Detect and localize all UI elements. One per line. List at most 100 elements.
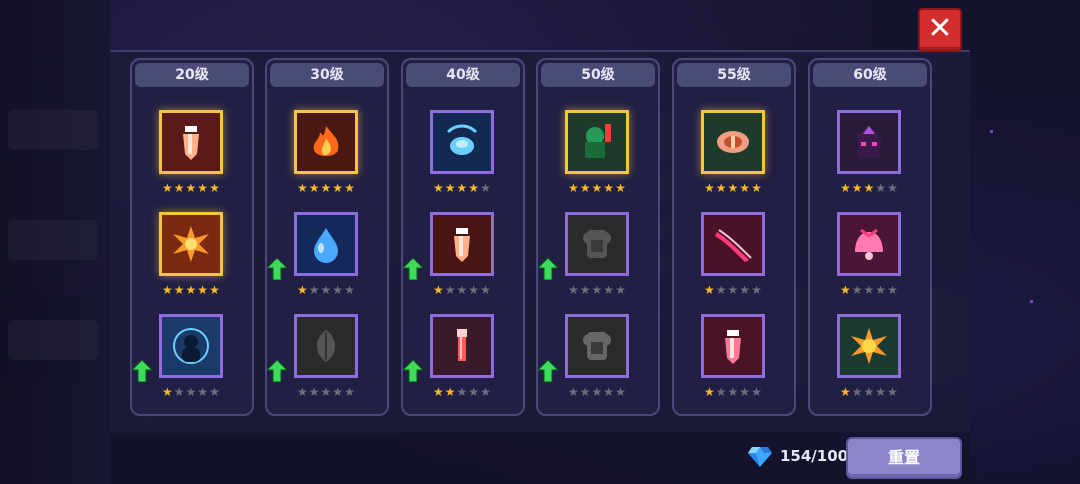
talent-frame[interactable] xyxy=(701,314,765,378)
star-icon: ★ xyxy=(568,385,579,399)
talent-frame[interactable] xyxy=(294,110,358,174)
reset-button[interactable]: 重置 xyxy=(846,437,962,479)
star-rating: ★ ★ ★ ★ ★ xyxy=(704,284,768,296)
star-icon: ★ xyxy=(851,385,863,399)
talent-frame[interactable] xyxy=(565,110,629,174)
star-icon: ★ xyxy=(751,283,762,297)
star-rating: ★ ★ ★ ★ ★ xyxy=(840,284,904,296)
star-icon: ★ xyxy=(444,385,456,399)
star-icon: ★ xyxy=(209,385,220,399)
star-icon: ★ xyxy=(468,385,480,399)
star-rating: ★ ★ ★ ★ ★ xyxy=(568,284,632,296)
level-column: 55级 ★ ★ ★ ★ ★ ★ ★ ★ ★ ★ ★ ★ ★ ★ ★ xyxy=(672,58,796,416)
star-icon: ★ xyxy=(704,181,715,195)
talent-slot[interactable]: ★ ★ ★ ★ ★ xyxy=(538,110,662,210)
talent-frame[interactable] xyxy=(159,212,223,276)
shadow-demon-icon xyxy=(857,126,881,158)
upgrade-arrow-icon xyxy=(403,360,423,382)
level-header: 20级 xyxy=(135,63,249,87)
talent-slot[interactable]: ★ ★ ★ ★ ★ xyxy=(267,212,391,312)
star-icon: ★ xyxy=(468,283,480,297)
star-icon: ★ xyxy=(320,385,332,399)
star-rating: ★ ★ ★ ★ ★ xyxy=(433,386,497,398)
talent-slot[interactable]: ★ ★ ★ ★ ★ xyxy=(810,314,934,414)
water-drop-icon xyxy=(314,228,338,263)
star-rating: ★ ★ ★ ★ ★ xyxy=(568,182,632,194)
star-icon: ★ xyxy=(320,181,332,195)
faded-item xyxy=(8,320,98,360)
talent-frame[interactable] xyxy=(430,314,494,378)
talent-frame[interactable] xyxy=(430,212,494,276)
talent-frame[interactable] xyxy=(159,314,223,378)
star-icon: ★ xyxy=(840,385,851,399)
explosion-icon xyxy=(173,226,209,262)
star-icon: ★ xyxy=(863,283,875,297)
talent-frame[interactable] xyxy=(294,314,358,378)
talent-frame[interactable] xyxy=(701,110,765,174)
level-column: 40级 ★ ★ ★ ★ ★ ★ ★ ★ ★ ★ ★ ★ ★ ★ ★ xyxy=(401,58,525,416)
star-icon: ★ xyxy=(715,283,727,297)
star-icon: ★ xyxy=(344,181,355,195)
talent-frame[interactable] xyxy=(159,110,223,174)
talent-slot[interactable]: ★ ★ ★ ★ ★ xyxy=(538,314,662,414)
talent-frame[interactable] xyxy=(565,212,629,276)
talent-frame[interactable] xyxy=(837,314,901,378)
upgrade-arrow-icon xyxy=(132,360,152,382)
talent-slot[interactable]: ★ ★ ★ ★ ★ xyxy=(403,110,527,210)
star-icon: ★ xyxy=(185,283,197,297)
star-icon: ★ xyxy=(209,283,220,297)
star-icon: ★ xyxy=(297,181,308,195)
star-icon: ★ xyxy=(197,283,209,297)
talent-slot[interactable]: ★ ★ ★ ★ ★ xyxy=(810,212,934,312)
star-icon: ★ xyxy=(715,181,727,195)
star-icon: ★ xyxy=(579,385,591,399)
talent-frame[interactable] xyxy=(837,110,901,174)
talent-slot[interactable]: ★ ★ ★ ★ ★ xyxy=(538,212,662,312)
eye-shield-icon xyxy=(717,131,749,153)
star-rating: ★ ★ ★ ★ ★ xyxy=(433,182,497,194)
level-header: 50级 xyxy=(541,63,655,87)
star-icon: ★ xyxy=(568,283,579,297)
star-icon: ★ xyxy=(332,283,344,297)
talent-frame[interactable] xyxy=(430,110,494,174)
talent-slot[interactable]: ★ ★ ★ ★ ★ xyxy=(403,314,527,414)
star-icon: ★ xyxy=(162,283,173,297)
talent-slot[interactable]: ★ ★ ★ ★ ★ xyxy=(674,110,798,210)
star-icon: ★ xyxy=(579,283,591,297)
talent-slot[interactable]: ★ ★ ★ ★ ★ xyxy=(674,314,798,414)
star-icon: ★ xyxy=(840,283,851,297)
talent-slot[interactable]: ★ ★ ★ ★ ★ xyxy=(132,314,256,414)
previous-columns-strip xyxy=(0,0,110,484)
star-icon: ★ xyxy=(615,283,626,297)
star-icon: ★ xyxy=(739,181,751,195)
star-icon: ★ xyxy=(875,181,887,195)
talent-frame[interactable] xyxy=(837,212,901,276)
talent-slot[interactable]: ★ ★ ★ ★ ★ xyxy=(132,212,256,312)
level-column: 20级 ★ ★ ★ ★ ★ ★ ★ ★ ★ ★ ★ ★ ★ ★ ★ xyxy=(130,58,254,416)
talent-slot[interactable]: ★ ★ ★ ★ ★ xyxy=(403,212,527,312)
level-column: 30级 ★ ★ ★ ★ ★ ★ ★ ★ ★ ★ ★ ★ ★ ★ ★ xyxy=(265,58,389,416)
star-icon: ★ xyxy=(615,181,626,195)
close-button[interactable]: ✕ xyxy=(918,8,962,52)
star-rating: ★ ★ ★ ★ ★ xyxy=(162,182,226,194)
sun-burst-icon xyxy=(851,328,887,364)
talent-frame[interactable] xyxy=(294,212,358,276)
talent-frame[interactable] xyxy=(565,314,629,378)
star-icon: ★ xyxy=(887,181,898,195)
star-icon: ★ xyxy=(715,385,727,399)
talent-slot[interactable]: ★ ★ ★ ★ ★ xyxy=(132,110,256,210)
star-icon: ★ xyxy=(603,283,615,297)
talent-slot[interactable]: ★ ★ ★ ★ ★ xyxy=(810,110,934,210)
star-icon: ★ xyxy=(433,181,444,195)
level-header: 40级 xyxy=(406,63,520,87)
star-icon: ★ xyxy=(173,385,185,399)
talent-frame[interactable] xyxy=(701,212,765,276)
talent-slot[interactable]: ★ ★ ★ ★ ★ xyxy=(674,212,798,312)
star-icon: ★ xyxy=(887,283,898,297)
star-icon: ★ xyxy=(840,181,851,195)
level-column: 60级 ★ ★ ★ ★ ★ ★ ★ ★ ★ ★ ★ ★ ★ ★ ★ xyxy=(808,58,932,416)
talent-slot[interactable]: ★ ★ ★ ★ ★ xyxy=(267,110,391,210)
talent-slot[interactable]: ★ ★ ★ ★ ★ xyxy=(267,314,391,414)
star-icon: ★ xyxy=(344,385,355,399)
star-icon: ★ xyxy=(433,385,444,399)
